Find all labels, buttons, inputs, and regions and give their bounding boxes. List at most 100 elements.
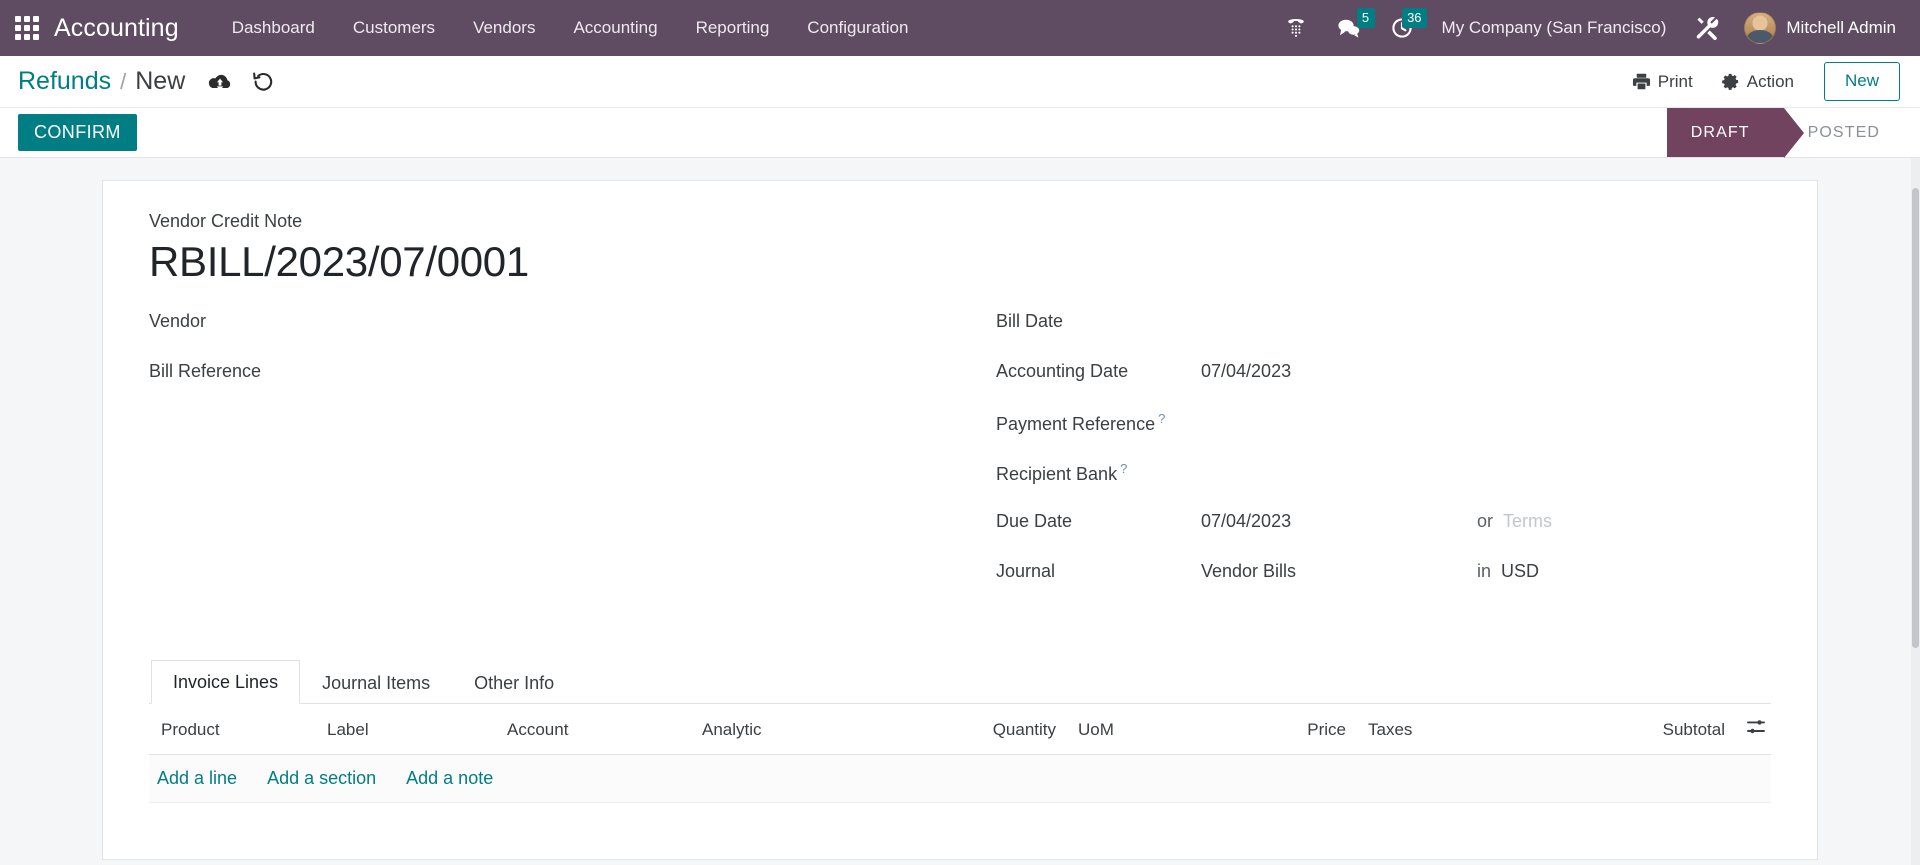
column-header-analytic[interactable]: Analytic [694,704,944,756]
print-button[interactable]: Print [1618,65,1707,99]
sliders-toggle-icon [1747,720,1765,734]
menu-item-customers[interactable]: Customers [334,10,454,46]
field-value-accounting-date[interactable]: 07/04/2023 [1201,361,1471,383]
control-panel: Refunds / New Print Action New [0,56,1920,108]
field-conjunction-in: in [1477,561,1492,582]
breadcrumb-item-refunds[interactable]: Refunds [18,67,111,96]
document-type-label: Vendor Credit Note [149,211,303,231]
avatar [1744,12,1777,44]
menu-item-dashboard[interactable]: Dashboard [213,10,334,46]
menu-item-vendors[interactable]: Vendors [454,10,554,46]
column-header-uom[interactable]: UoM [1064,704,1244,756]
field-value-payment-terms[interactable]: Terms [1503,511,1552,532]
notebook-tabs: Invoice Lines Journal Items Other Info [149,659,1771,705]
user-name: Mitchell Admin [1786,18,1896,37]
action-label: Action [1746,71,1794,91]
invoice-lines-table: Product Label Account Analytic Quantity … [149,704,1771,804]
field-row-bill-date: Bill Date [996,311,1771,352]
breadcrumb-item-current: New [135,67,186,95]
optional-columns-toggle[interactable] [1727,704,1771,756]
menu-item-reporting[interactable]: Reporting [677,10,789,46]
activities-counter[interactable]: 36 [1376,8,1428,46]
field-value-bill-date[interactable] [1201,326,1441,327]
field-value-bill-reference[interactable] [354,376,594,377]
cloud-upload-icon[interactable] [207,72,233,92]
field-label-recipient-bank: Recipient Bank? [996,461,1128,485]
add-a-note-button[interactable]: Add a note [406,768,493,789]
add-a-line-button[interactable]: Add a line [157,768,237,789]
field-label-bill-date: Bill Date [996,311,1064,332]
field-value-journal[interactable]: Vendor Bills [1201,561,1471,583]
top-navbar: Accounting Dashboard Customers Vendors A… [0,0,1920,56]
apps-grid-icon[interactable] [10,11,44,45]
action-button[interactable]: Action [1707,65,1808,99]
company-switcher[interactable]: My Company (San Francisco) [1428,10,1681,46]
column-header-label[interactable]: Label [319,704,499,756]
field-label-vendor: Vendor [149,311,207,332]
tab-other-info[interactable]: Other Info [452,661,576,704]
field-label-payment-reference: Payment Reference? [996,411,1166,435]
menu-item-configuration[interactable]: Configuration [788,10,927,46]
field-value-due-date[interactable]: 07/04/2023 [1201,511,1471,533]
field-row-payment-reference: Payment Reference? [996,411,1771,452]
field-label-bill-reference: Bill Reference [149,361,262,382]
form-sheet: Vendor Credit Note RBILL/2023/07/0001 Ve… [102,180,1818,860]
field-row-bill-reference: Bill Reference [149,361,960,402]
field-label-journal: Journal [996,561,1056,582]
status-stage-draft[interactable]: DRAFT [1666,108,1804,158]
field-row-due-date: Due Date 07/04/2023 or Terms [996,511,1771,552]
systray: 5 36 My Company (San Francisco) Mitchell… [1270,8,1902,48]
breadcrumb-separator: / [120,69,127,94]
column-header-quantity[interactable]: Quantity [944,704,1064,756]
add-a-section-button[interactable]: Add a section [267,768,376,789]
printer-icon [1632,73,1650,90]
messages-counter[interactable]: 5 [1322,8,1376,46]
add-line-row: Add a line Add a section Add a note [149,754,1771,804]
field-label-accounting-date: Accounting Date [996,361,1129,382]
breadcrumb: Refunds / New [18,67,185,96]
column-header-taxes[interactable]: Taxes [1354,704,1554,756]
help-icon-recipient-bank[interactable]: ? [1120,461,1127,476]
print-label: Print [1657,71,1693,91]
app-brand-accounting[interactable]: Accounting [54,14,179,43]
status-stage-posted[interactable]: POSTED [1784,108,1920,157]
invoice-lines-header: Product Label Account Analytic Quantity … [149,704,1771,756]
field-conjunction-or: or [1477,511,1494,532]
field-row-vendor: Vendor [149,311,960,352]
field-value-vendor[interactable] [354,326,594,327]
form-column-left: Vendor Bill Reference [149,311,960,611]
help-icon-payment-reference[interactable]: ? [1158,411,1165,426]
tab-invoice-lines[interactable]: Invoice Lines [151,660,301,705]
form-sheet-background: Vendor Credit Note RBILL/2023/07/0001 Ve… [0,158,1920,865]
table-header-row: Product Label Account Analytic Quantity … [149,704,1771,756]
field-label-due-date: Due Date [996,511,1073,532]
column-header-product[interactable]: Product [149,704,319,756]
new-button[interactable]: New [1823,62,1900,101]
notebook: Invoice Lines Journal Items Other Info P… [149,659,1771,804]
control-panel-actions: Print Action New [1618,62,1900,101]
field-value-payment-reference[interactable] [1201,429,1441,430]
messages-badge: 5 [1356,8,1375,28]
add-line-cell: Add a line Add a section Add a note [149,754,1771,804]
vertical-scrollbar-thumb[interactable] [1912,188,1919,648]
field-value-recipient-bank[interactable] [1201,479,1441,480]
column-header-subtotal[interactable]: Subtotal [1554,704,1727,756]
form-columns: Vendor Bill Reference Bill Date Accounti… [149,311,1771,611]
user-menu[interactable]: Mitchell Admin [1734,8,1902,48]
field-row-journal: Journal Vendor Bills in USD [996,561,1771,602]
field-row-recipient-bank: Recipient Bank? [996,461,1771,502]
page-title: RBILL/2023/07/0001 [149,238,529,285]
form-column-right: Bill Date Accounting Date 07/04/2023 Pay… [960,311,1771,611]
phone-dialpad-icon[interactable] [1270,10,1322,46]
main-menu: Dashboard Customers Vendors Accounting R… [213,10,928,46]
column-header-price[interactable]: Price [1244,704,1354,756]
column-header-account[interactable]: Account [499,704,694,756]
vertical-scrollbar-track[interactable] [1911,158,1920,865]
field-value-currency[interactable]: USD [1501,561,1701,583]
confirm-button[interactable]: CONFIRM [18,114,137,151]
tools-icon[interactable] [1680,9,1734,47]
undo-rotate-icon[interactable] [251,71,275,93]
tab-journal-items[interactable]: Journal Items [300,661,452,704]
menu-item-accounting[interactable]: Accounting [554,10,676,46]
record-save-discard [207,71,275,93]
